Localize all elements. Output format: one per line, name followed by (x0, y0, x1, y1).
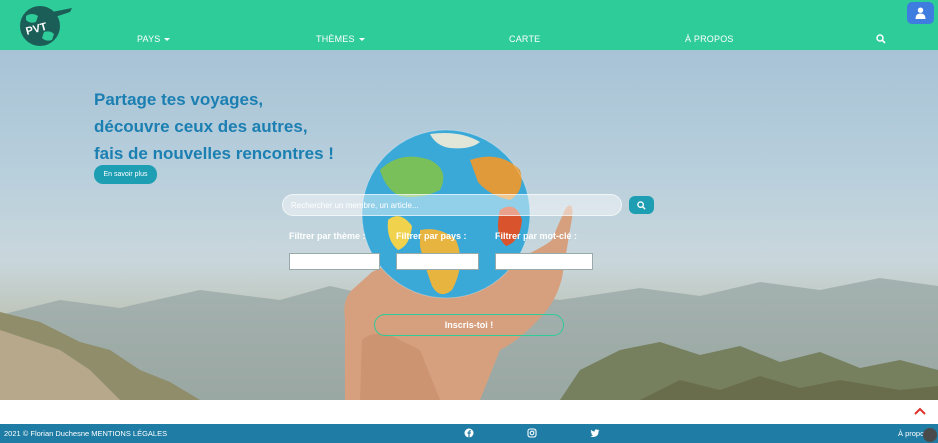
caret-down-icon (164, 37, 171, 41)
nav-pays-label: PAYS (137, 34, 161, 44)
nav-pays[interactable]: PAYS (137, 34, 171, 44)
scroll-top-chevron-icon[interactable] (912, 405, 928, 417)
headline-line-1: Partage tes voyages, (94, 90, 264, 109)
nav-a-propos[interactable]: À PROPOS (685, 34, 734, 44)
user-button[interactable] (907, 2, 934, 24)
footer: 2021 © Florian Duchesne MENTIONS LÉGALES… (0, 424, 938, 443)
nav-themes-label: THÈMES (316, 34, 355, 44)
search-icon (637, 200, 646, 210)
nav-a-propos-label: À PROPOS (685, 34, 734, 44)
signup-button[interactable]: Inscris-toi ! (374, 314, 564, 336)
search-button[interactable] (629, 196, 654, 214)
navbar: PVT PAYS THÈMES CARTE À PROPOS (0, 0, 938, 50)
facebook-icon[interactable] (464, 428, 474, 438)
filter-theme-input[interactable] (289, 253, 380, 270)
filter-pays-input[interactable] (396, 253, 479, 270)
filter-theme-label: Filtrer par thème : (289, 231, 366, 241)
nav-carte-label: CARTE (509, 34, 541, 44)
logo[interactable]: PVT (12, 2, 74, 48)
search-icon[interactable] (876, 34, 886, 44)
filter-keyword-label: Filtrer par mot-clé : (495, 231, 578, 241)
nav-carte[interactable]: CARTE (509, 34, 540, 44)
twitter-icon[interactable] (590, 428, 600, 438)
filter-pays-label: Filtrer par pays : (396, 231, 467, 241)
learn-more-button[interactable]: En savoir plus (94, 165, 157, 184)
search-input[interactable] (282, 194, 622, 216)
instagram-icon[interactable] (527, 428, 537, 438)
badge-icon[interactable] (923, 428, 937, 442)
hero-section: Partage tes voyages, découvre ceux des a… (0, 50, 938, 400)
headline-line-2: découvre ceux des autres, (94, 117, 308, 136)
hero-headline: Partage tes voyages, découvre ceux des a… (94, 86, 334, 167)
filter-keyword-input[interactable] (495, 253, 593, 270)
nav-themes[interactable]: THÈMES (316, 34, 365, 44)
caret-down-icon (358, 37, 365, 41)
footer-copyright[interactable]: 2021 © Florian Duchesne MENTIONS LÉGALES (4, 429, 167, 438)
headline-line-3: fais de nouvelles rencontres ! (94, 144, 334, 163)
user-icon (915, 7, 926, 19)
